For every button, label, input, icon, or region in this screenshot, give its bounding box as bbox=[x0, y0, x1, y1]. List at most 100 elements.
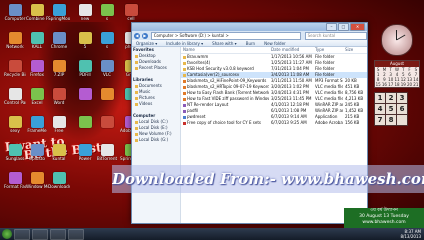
taskbar-chrome-icon[interactable] bbox=[68, 228, 84, 240]
desktop-icon[interactable]: Combine Files bbox=[26, 4, 48, 21]
desktop-icon[interactable]: Computer bbox=[4, 4, 26, 21]
forward-arrow-icon[interactable]: ▶ bbox=[141, 32, 148, 39]
folder-icon bbox=[135, 120, 138, 124]
desktop-icon-label: s bbox=[105, 44, 109, 49]
desktop-icon[interactable]: Downloads bbox=[48, 172, 70, 189]
folder-icon bbox=[135, 96, 138, 100]
file-date-text: 6/7/2013 9:14 AM bbox=[271, 114, 307, 119]
file-type-icon bbox=[183, 121, 186, 125]
file-row[interactable]: Free copy of choice tool for CY E sets 6/… bbox=[181, 120, 367, 126]
desktop-icon[interactable]: Uplusto bbox=[26, 144, 48, 161]
desktop-icon[interactable]: BitTorrent bbox=[96, 144, 118, 161]
puzzle-tile[interactable]: 8 bbox=[386, 115, 396, 125]
file-list[interactable]: Name Date modified Type Size Brav.wmm 1/1… bbox=[181, 47, 367, 223]
desktop-icon[interactable]: Recycle Bin bbox=[4, 60, 26, 77]
back-arrow-icon[interactable]: ◀ bbox=[134, 32, 140, 39]
desktop-icon[interactable]: KALL bbox=[26, 32, 48, 49]
column-header-type[interactable]: Type bbox=[313, 47, 343, 53]
desktop-icon[interactable]: s bbox=[96, 32, 118, 49]
slide-puzzle-gadget[interactable]: 123 456 78 bbox=[374, 92, 408, 126]
file-size-text: 156 KB bbox=[345, 120, 360, 125]
desktop-icon[interactable] bbox=[74, 116, 96, 128]
desktop-icon[interactable] bbox=[96, 88, 118, 100]
column-header-name[interactable]: Name bbox=[181, 47, 269, 53]
file-type-icon bbox=[183, 55, 186, 59]
desktop-icon[interactable]: VLC bbox=[96, 60, 118, 77]
desktop-icon[interactable]: new bbox=[74, 4, 96, 21]
system-clock[interactable]: 8:37 AM 8/13/2013 bbox=[400, 229, 421, 239]
desktop-icon[interactable] bbox=[74, 88, 96, 100]
file-size-text: 1,452 KB bbox=[345, 108, 364, 113]
desktop-icon[interactable]: kuntal bbox=[48, 144, 70, 161]
search-input[interactable]: Search kuntal bbox=[304, 31, 368, 40]
desktop-icon[interactable]: Chrome bbox=[48, 32, 70, 49]
include-library-button[interactable]: Include in library ▾ bbox=[166, 41, 203, 46]
file-type-text: VLC media file bbox=[315, 84, 343, 89]
file-type: Adobe Acrobat D bbox=[313, 120, 343, 126]
taskbar-ie-icon[interactable] bbox=[14, 228, 30, 240]
title-bar[interactable]: – □ ✕ bbox=[132, 23, 367, 31]
puzzle-tile[interactable]: 3 bbox=[397, 93, 407, 103]
file-name-text: blaskmeta_s2_HiFinePoint-09_Keywords bbox=[187, 78, 267, 83]
app-icon bbox=[52, 32, 66, 44]
new-folder-button[interactable]: New folder bbox=[264, 41, 286, 46]
burn-button[interactable]: Burn bbox=[246, 41, 255, 46]
desktop-icon[interactable]: 7.ZIP bbox=[48, 60, 70, 77]
app-icon bbox=[100, 4, 114, 16]
file-type-text: MP3 Format Sound bbox=[315, 78, 343, 83]
desktop-icon[interactable]: Format Factory bbox=[4, 172, 26, 189]
organize-button[interactable]: Organize ▾ bbox=[136, 41, 157, 46]
desktop-icon-label: Window Media bbox=[26, 184, 48, 189]
app-icon bbox=[30, 32, 44, 44]
desktop-icon[interactable]: sexy bbox=[4, 116, 26, 133]
desktop-icon[interactable]: s bbox=[96, 4, 118, 21]
desktop-icon[interactable]: Sunglass bbox=[4, 144, 26, 161]
close-button[interactable]: ✕ bbox=[350, 23, 365, 31]
desktop-icon-label: Free bbox=[54, 128, 64, 133]
desktop-icon[interactable]: Word bbox=[48, 88, 70, 105]
puzzle-tile[interactable]: 6 bbox=[397, 104, 407, 114]
desktop-icon-label: Firefox bbox=[30, 72, 44, 77]
desktop-icon-label: cell bbox=[127, 16, 135, 21]
folder-icon bbox=[135, 102, 138, 106]
app-icon bbox=[78, 88, 92, 100]
desktop-icon-label: Combine Files bbox=[26, 16, 48, 21]
desktop-icon[interactable]: PDFill bbox=[74, 60, 96, 77]
column-header-size[interactable]: Size bbox=[343, 47, 367, 53]
puzzle-tile[interactable]: 2 bbox=[386, 93, 396, 103]
maximize-button[interactable]: □ bbox=[338, 23, 349, 31]
nav-item-label: Pictures bbox=[139, 95, 155, 100]
share-with-button[interactable]: Share with ▾ bbox=[212, 41, 237, 46]
desktop-icon[interactable]: Excel bbox=[26, 88, 48, 105]
desktop-icon[interactable]: Free bbox=[48, 116, 70, 133]
minimize-button[interactable]: – bbox=[326, 23, 337, 31]
explorer-window[interactable]: – □ ✕ ◀ ▶ Computer > Software (D:) > kun… bbox=[131, 22, 368, 224]
puzzle-tile[interactable]: 4 bbox=[375, 104, 385, 114]
desktop-icon[interactable]: SpringMoo Prompt bbox=[48, 4, 70, 21]
file-date-text: 3/25/2013 11:45 PM bbox=[271, 96, 312, 101]
navigation-pane[interactable]: Favorites Desktop Downloads Recent Places Li… bbox=[132, 47, 181, 223]
desktop-icon[interactable] bbox=[96, 116, 118, 128]
nav-item[interactable]: Local Disk (G:) bbox=[132, 137, 180, 143]
start-button[interactable] bbox=[2, 229, 12, 239]
desktop-icon[interactable]: Power bbox=[74, 144, 96, 161]
puzzle-tile[interactable]: 1 bbox=[375, 93, 385, 103]
desktop-icon-label: Downloads bbox=[48, 184, 70, 189]
address-bar[interactable]: Computer > Software (D:) > kuntal > bbox=[150, 31, 301, 40]
desktop-icon[interactable]: Firefox bbox=[26, 60, 48, 77]
desktop-icon[interactable]: Network bbox=[4, 32, 26, 49]
taskbar-media-icon[interactable] bbox=[50, 228, 66, 240]
puzzle-tile[interactable] bbox=[397, 115, 407, 125]
desktop-icon[interactable]: 5 bbox=[74, 32, 96, 49]
desktop-icon[interactable]: cell bbox=[120, 4, 142, 21]
desktop-icon[interactable]: Control Panel bbox=[4, 88, 26, 105]
column-header-date[interactable]: Date modified bbox=[269, 47, 313, 53]
taskbar-explorer-icon[interactable] bbox=[32, 228, 48, 240]
puzzle-tile[interactable]: 7 bbox=[375, 115, 385, 125]
desktop-icon[interactable]: FrameMe bbox=[26, 116, 48, 133]
file-name-text: Camtasia(ver(2)_sourcesv bbox=[187, 72, 240, 77]
puzzle-tile[interactable]: 5 bbox=[386, 104, 396, 114]
file-type-icon bbox=[183, 67, 186, 71]
desktop-icon[interactable]: Window Media bbox=[26, 172, 48, 189]
file-type-text: Adobe Acrobat D bbox=[315, 120, 343, 125]
